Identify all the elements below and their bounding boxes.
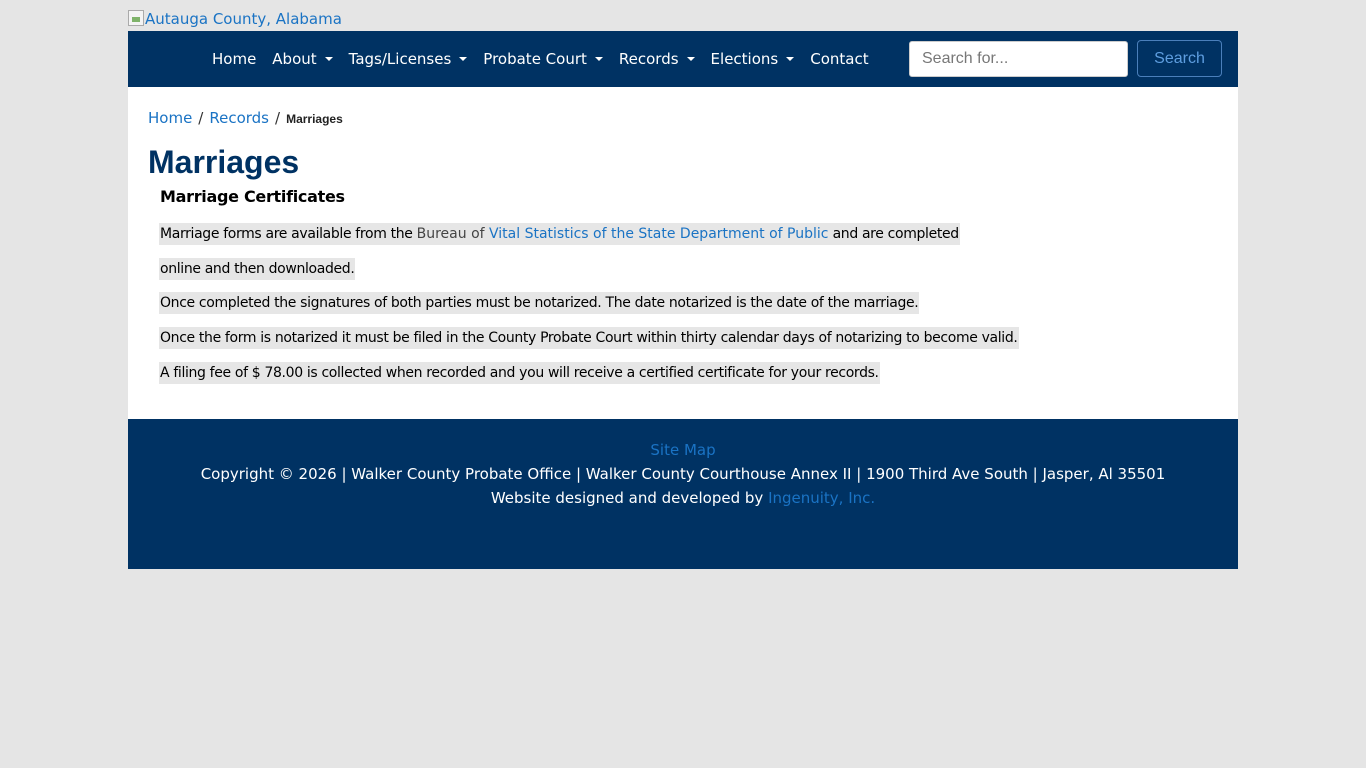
breadcrumb: Home / Records / Marriages — [148, 109, 343, 127]
nav-item-label: Tags/Licenses — [348, 50, 452, 68]
navbar: Home About Tags/Licenses Probate Court R… — [128, 31, 1238, 87]
caret-down-icon — [594, 57, 603, 61]
paragraph-notarized: Once completed the signatures of both pa… — [159, 292, 920, 314]
caret-down-icon — [686, 57, 695, 61]
nav-item-home[interactable]: Home — [212, 50, 256, 68]
search-input[interactable] — [909, 41, 1128, 77]
footer: Site Map Copyright © 2026 | Walker Count… — [128, 419, 1238, 569]
main-nav: Home About Tags/Licenses Probate Court R… — [212, 31, 885, 87]
search-button[interactable]: Search — [1137, 40, 1222, 77]
breadcrumb-separator: / — [198, 109, 204, 127]
nav-item-contact[interactable]: Contact — [810, 50, 868, 68]
nav-item-records[interactable]: Records — [619, 50, 695, 68]
nav-item-label: About — [272, 50, 317, 68]
sitemap-link[interactable]: Site Map — [128, 441, 1238, 459]
nav-item-tags-licenses[interactable]: Tags/Licenses — [349, 50, 468, 68]
ingenuity-link[interactable]: Ingenuity, Inc. — [768, 489, 875, 507]
nav-item-label: Contact — [810, 50, 869, 68]
paragraph-filing: Once the form is notarized it must be fi… — [159, 327, 1019, 349]
broken-image-icon — [128, 9, 144, 26]
nav-item-about[interactable]: About — [272, 50, 333, 68]
nav-item-label: Elections — [710, 50, 779, 68]
caret-down-icon — [459, 57, 468, 61]
paragraph-text: Marriage forms are available from the — [160, 226, 417, 242]
paragraph-fee: A filing fee of $ 78.00 is collected whe… — [159, 362, 880, 384]
nav-item-probate-court[interactable]: Probate Court — [483, 50, 603, 68]
copyright-text: Copyright © 2026 | Walker County Probate… — [200, 465, 1166, 483]
nav-item-label: Probate Court — [483, 50, 587, 68]
nav-item-label: Home — [212, 50, 257, 68]
main-content: Home / Records / Marriages Marriages Mar… — [128, 87, 1238, 419]
credit-prefix: Website designed and developed by — [490, 489, 769, 507]
paragraph-forms-source: Marriage forms are available from the Bu… — [159, 223, 960, 245]
breadcrumb-separator: / — [275, 109, 281, 127]
caret-down-icon — [786, 57, 795, 61]
paragraph-text: and are completed — [828, 226, 960, 242]
section-heading: Marriage Certificates — [160, 187, 345, 206]
nav-item-elections[interactable]: Elections — [711, 50, 795, 68]
paragraph-online: online and then downloaded. — [159, 258, 356, 280]
breadcrumb-records-link[interactable]: Records — [209, 109, 269, 127]
breadcrumb-home-link[interactable]: Home — [148, 109, 192, 127]
caret-down-icon — [324, 57, 333, 61]
nav-item-label: Records — [618, 50, 679, 68]
logo-alt-text: Autauga County, Alabama — [145, 9, 342, 28]
page-title: Marriages — [148, 144, 300, 180]
vital-statistics-link[interactable]: Vital Statistics of the State Department… — [489, 226, 828, 242]
breadcrumb-current: Marriages — [286, 112, 343, 126]
credit-text: Website designed and developed by Ingenu… — [128, 489, 1238, 507]
paragraph-text: Bureau of — [416, 226, 490, 242]
site-logo[interactable]: Autauga County, Alabama — [128, 6, 342, 31]
